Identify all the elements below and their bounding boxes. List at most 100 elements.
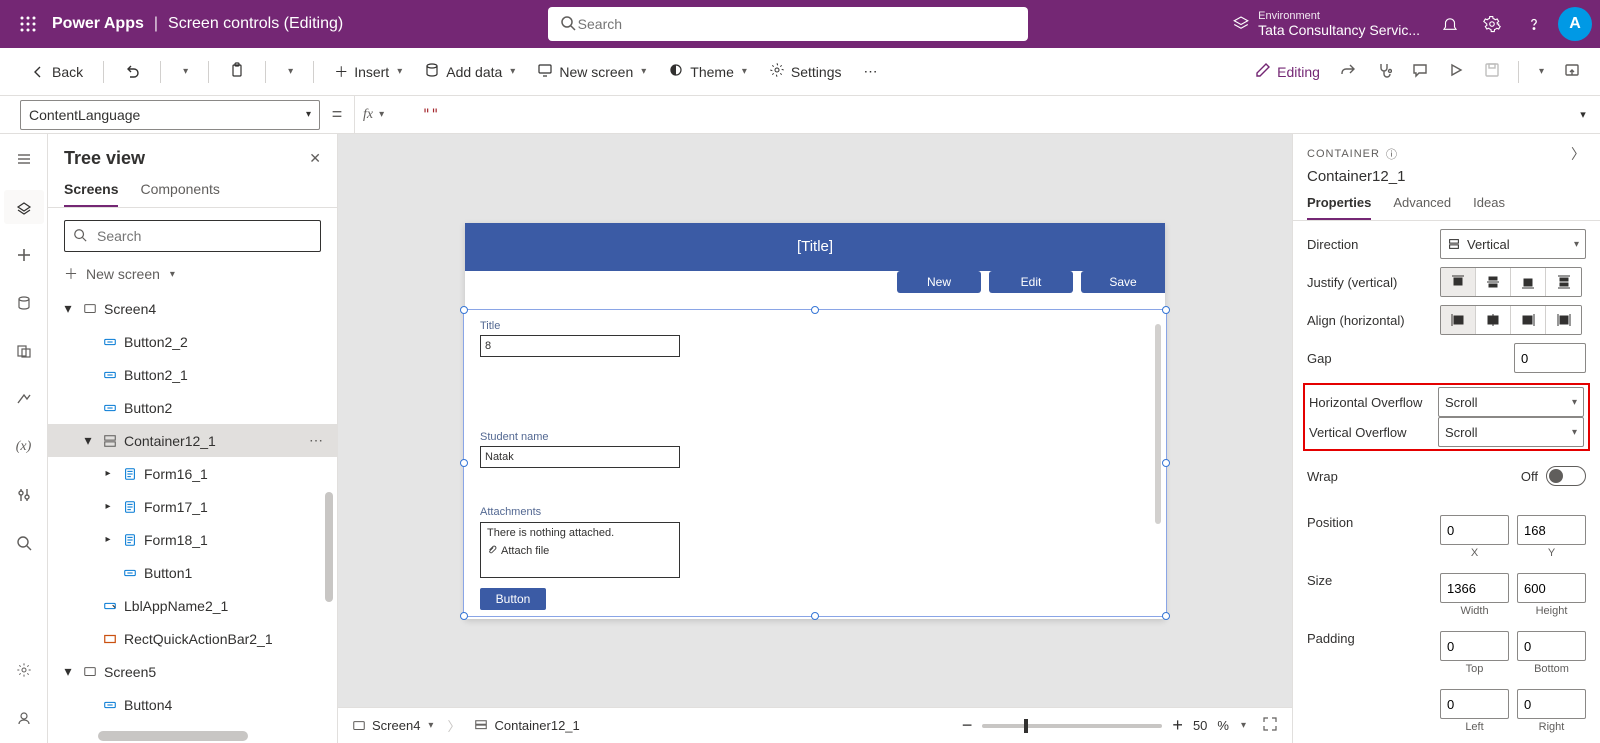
save-pill-button[interactable]: Save [1081,271,1165,293]
align-center-button[interactable] [1476,306,1511,334]
user-avatar[interactable]: A [1558,7,1592,41]
hamburger-icon[interactable] [4,142,44,176]
attachments-box[interactable]: There is nothing attached. Attach file [480,522,680,578]
resize-handle[interactable] [460,459,468,467]
fit-screen-icon[interactable] [1262,716,1278,735]
resize-handle[interactable] [1162,459,1170,467]
chevron-right-icon[interactable]: ▸ [100,466,116,482]
undo-button[interactable] [116,58,148,85]
zoom-out-button[interactable]: − [962,715,973,736]
tree-node-Button4[interactable]: Button4⋯ [48,688,337,721]
chevron-right-icon[interactable]: ▸ [100,532,116,548]
chevron-down-icon[interactable]: ▾ [80,433,96,449]
tree-node-Button2_1[interactable]: Button2_1⋯ [48,358,337,391]
search-rail-icon[interactable] [4,526,44,560]
expand-panel-icon[interactable]: 〉 [1571,144,1586,164]
formula-value[interactable]: "" [422,107,439,123]
tree-node-Container12_1[interactable]: ▾Container12_1⋯ [48,424,337,457]
search-input[interactable] [576,15,1016,33]
padding-left-input[interactable] [1440,689,1509,719]
tab-components[interactable]: Components [140,181,219,207]
fx-button[interactable]: fx▾ [355,107,392,123]
help-icon[interactable] [1516,6,1552,42]
tree-view-icon[interactable] [4,190,44,224]
justify-center-button[interactable] [1476,268,1511,296]
add-data-button[interactable]: Add data ▾ [416,58,523,85]
paste-chevron[interactable]: ▾ [278,62,301,81]
back-button[interactable]: Back [22,60,91,84]
editing-mode-button[interactable]: Editing [1247,58,1328,85]
resize-handle[interactable] [811,306,819,314]
resize-handle[interactable] [1162,306,1170,314]
justify-between-button[interactable] [1546,268,1581,296]
new-screen-link[interactable]: ＋ New screen ▾ [48,264,337,292]
notifications-icon[interactable] [1432,6,1468,42]
position-y-input[interactable] [1517,515,1586,545]
app-checker-button[interactable] [1368,58,1400,85]
environment-picker[interactable]: Environment Tata Consultancy Servic... [1232,10,1420,38]
selected-container[interactable]: Title 8 Student name Natak Attachments T… [463,309,1167,617]
tree-node-Form16_1[interactable]: ▸Form16_1⋯ [48,457,337,490]
product-name[interactable]: Power Apps [52,15,144,33]
tree-node-Button2_2[interactable]: Button2_2⋯ [48,325,337,358]
share-button[interactable] [1332,58,1364,85]
padding-right-input[interactable] [1517,689,1586,719]
zoom-in-button[interactable]: + [1172,715,1183,736]
comments-button[interactable] [1404,58,1436,85]
tree-node-Form17_1[interactable]: ▸Form17_1⋯ [48,490,337,523]
align-start-button[interactable] [1441,306,1476,334]
tree-node-LblAppName2_1[interactable]: LblAppName2_1⋯ [48,589,337,622]
settings-rail-icon[interactable] [4,653,44,687]
media-rail-icon[interactable] [4,334,44,368]
hoverflow-select[interactable]: Scroll▾ [1438,387,1584,417]
padding-bottom-input[interactable] [1517,631,1586,661]
tree-node-Screen4[interactable]: ▾Screen4⋯ [48,292,337,325]
chevron-down-icon[interactable]: ▾ [60,301,76,317]
more-icon[interactable]: ⋯ [305,432,327,449]
save-chevron[interactable]: ▾ [1529,62,1552,81]
new-screen-button[interactable]: New screen ▾ [529,58,654,85]
app-launcher-icon[interactable] [8,4,48,44]
ai-rail-icon[interactable] [4,701,44,735]
zoom-slider[interactable] [982,724,1162,728]
undo-chevron[interactable]: ▾ [173,62,196,81]
container-scrollbar[interactable] [1155,324,1161,524]
publish-button[interactable] [1556,58,1588,85]
tab-screens[interactable]: Screens [64,181,118,207]
preview-button[interactable] [1440,58,1472,85]
settings-icon[interactable] [1474,6,1510,42]
tree-node-Form18_1[interactable]: ▸Form18_1⋯ [48,523,337,556]
zoom-chevron[interactable]: ▾ [1241,720,1246,731]
vertical-scrollbar[interactable] [325,492,333,602]
global-search[interactable] [548,7,1028,41]
tree-node-Button2[interactable]: Button2⋯ [48,391,337,424]
canvas-stage[interactable]: [Title] New Edit Save [338,134,1292,707]
formula-expand-icon[interactable]: ▾ [1566,108,1600,121]
tab-ideas[interactable]: Ideas [1473,195,1505,220]
new-pill-button[interactable]: New [897,271,981,293]
resize-handle[interactable] [460,612,468,620]
tree-node-RectQuickActionBar2_1[interactable]: RectQuickActionBar2_1⋯ [48,622,337,655]
breadcrumb-screen[interactable]: Screen4 ▾ [352,718,433,733]
resize-handle[interactable] [811,612,819,620]
tree-node-Button1[interactable]: Button1⋯ [48,556,337,589]
wrap-toggle[interactable] [1546,466,1586,486]
tree-search-input[interactable] [95,227,312,245]
tree-horizontal-scrollbar[interactable] [98,731,321,743]
gap-input[interactable] [1514,343,1586,373]
tree-node-Button3[interactable]: Button3⋯ [48,721,337,727]
theme-button[interactable]: Theme ▾ [660,58,755,85]
resize-handle[interactable] [460,306,468,314]
breadcrumb-container[interactable]: Container12_1 [474,718,579,733]
save-button[interactable] [1476,58,1508,85]
info-icon[interactable]: ⓘ [1386,146,1398,162]
flows-rail-icon[interactable] [4,382,44,416]
tree-node-Screen5[interactable]: ▾Screen5⋯ [48,655,337,688]
chevron-right-icon[interactable]: ▸ [100,499,116,515]
student-input[interactable]: Natak [480,446,680,468]
property-selector[interactable]: ContentLanguage ▾ [20,100,320,130]
width-input[interactable] [1440,573,1509,603]
resize-handle[interactable] [1162,612,1170,620]
tree-search[interactable] [64,220,321,252]
tab-advanced[interactable]: Advanced [1393,195,1451,220]
